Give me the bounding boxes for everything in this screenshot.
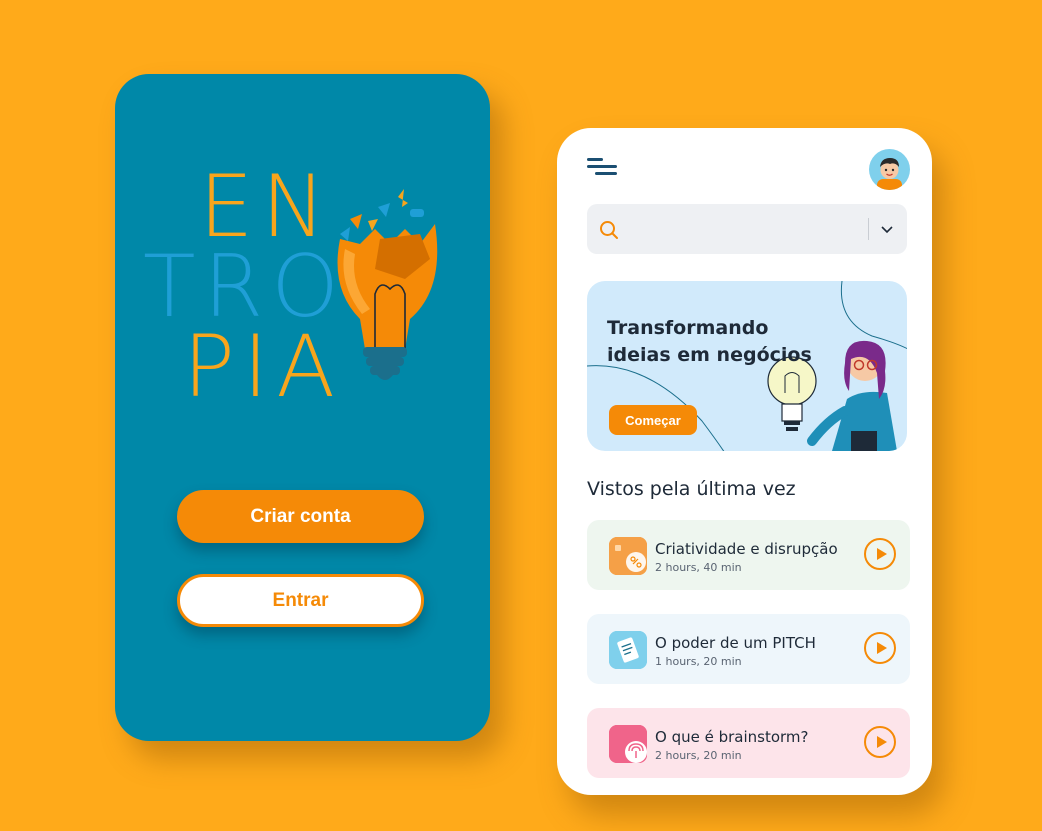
avatar-boy-icon xyxy=(877,158,902,190)
course-title: Criatividade e disrupção xyxy=(655,540,838,558)
course-duration: 2 hours, 20 min xyxy=(655,749,742,762)
home-screen: Transformando ideias em negócios Começar… xyxy=(557,128,932,795)
start-button[interactable]: Começar xyxy=(609,405,697,435)
entropia-logo: EN TRO PIA xyxy=(115,74,490,741)
course-duration: 2 hours, 40 min xyxy=(655,561,742,574)
promo-banner: Transformando ideias em negócios Começar xyxy=(587,281,907,451)
creativity-icon xyxy=(609,537,647,575)
search-divider xyxy=(868,218,869,240)
login-button[interactable]: Entrar xyxy=(177,574,424,627)
course-duration: 1 hours, 20 min xyxy=(655,655,742,668)
menu-icon[interactable] xyxy=(587,158,617,176)
avatar[interactable] xyxy=(869,149,910,190)
course-card[interactable]: O que é brainstorm? 2 hours, 20 min xyxy=(587,708,910,778)
course-title: O poder de um PITCH xyxy=(655,634,816,652)
broken-lightbulb-icon xyxy=(337,189,438,380)
brain-icon xyxy=(609,725,647,763)
chevron-down-icon[interactable] xyxy=(878,220,896,238)
course-thumb xyxy=(609,537,647,575)
course-thumb xyxy=(609,631,647,669)
play-button[interactable] xyxy=(864,538,896,570)
search-bar xyxy=(587,204,907,256)
play-button[interactable] xyxy=(864,726,896,758)
search-input[interactable] xyxy=(627,204,861,256)
banner-title: Transformando ideias em negócios xyxy=(607,317,812,366)
course-card[interactable]: Criatividade e disrupção 2 hours, 40 min xyxy=(587,520,910,590)
play-button[interactable] xyxy=(864,632,896,664)
splash-screen: EN TRO PIA Criar conta Entrar xyxy=(115,74,490,741)
create-account-button[interactable]: Criar conta xyxy=(177,490,424,543)
document-icon xyxy=(609,631,647,669)
search-icon xyxy=(600,221,618,239)
course-thumb xyxy=(609,725,647,763)
recent-section-title: Vistos pela última vez xyxy=(587,478,796,500)
course-title: O que é brainstorm? xyxy=(655,728,809,746)
course-card[interactable]: O poder de um PITCH 1 hours, 20 min xyxy=(587,614,910,684)
